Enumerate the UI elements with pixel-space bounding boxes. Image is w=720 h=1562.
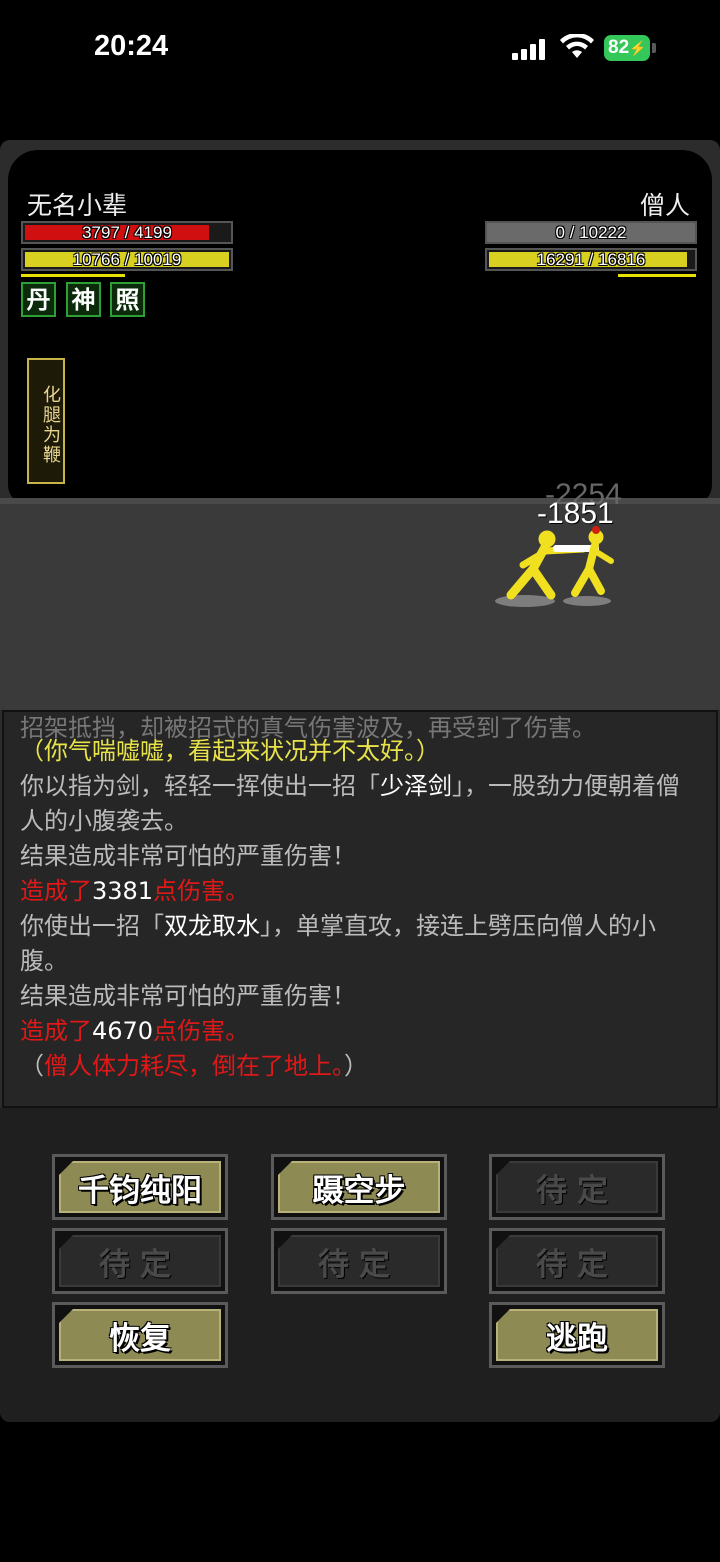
skill-button-label: 蹑空步 <box>312 1172 406 1209</box>
skill-button-niekongbu[interactable]: 蹑空步 <box>271 1154 447 1220</box>
battery-level: 82 <box>608 37 630 58</box>
enemy-mp-text: 16291 / 16816 <box>536 250 646 269</box>
buff-icon-dan[interactable]: 丹 <box>21 282 56 317</box>
log-text: 造成了 <box>20 877 92 905</box>
battle-screen: 无名小辈 3797 / 4199 10766 / 10019 丹 神 照 化腿为… <box>0 140 720 1422</box>
skill-slot-label: 待定 <box>536 1246 618 1283</box>
buff-icon-shen[interactable]: 神 <box>66 282 101 317</box>
player-hp-bar: 3797 / 4199 <box>21 221 233 244</box>
log-line: （僧人体力耗尽，倒在了地上。） <box>20 1049 700 1084</box>
skill-button-label: 千钧纯阳 <box>78 1172 202 1209</box>
enemy-fighter <box>571 526 614 597</box>
wifi-icon <box>560 34 594 58</box>
skill-slot-label: 待定 <box>318 1246 400 1283</box>
enemy-shadow <box>563 596 611 606</box>
battery-icon: 82⚡ <box>604 35 650 61</box>
log-text: 少泽剑 <box>380 772 452 800</box>
log-line: 造成了4670点伤害。 <box>20 1014 700 1049</box>
enemy-mp-bar: 16291 / 16816 <box>485 248 697 271</box>
escape-button-label: 逃跑 <box>546 1320 608 1357</box>
recover-button-label: 恢复 <box>109 1320 171 1357</box>
skill-slot-empty: 待定 <box>489 1228 665 1294</box>
clock: 20:24 <box>94 30 169 62</box>
log-text: ） <box>344 1052 368 1080</box>
log-line: 你使出一招「双龙取水」，单掌直攻，接连上劈压向僧人的小腹。 <box>20 909 700 979</box>
enemy-hp-bar: 0 / 10222 <box>485 221 697 244</box>
enemy-mp-underline <box>618 274 696 277</box>
skill-slot-empty: 待定 <box>489 1154 665 1220</box>
enemy-hp-text: 0 / 10222 <box>555 223 627 242</box>
log-line: 造成了3381点伤害。 <box>20 874 700 909</box>
player-mp-text: 10766 / 10019 <box>72 250 182 269</box>
log-text: 造成了 <box>20 1017 92 1045</box>
enemy-name: 僧人 <box>639 191 690 220</box>
escape-button[interactable]: 逃跑 <box>489 1302 665 1368</box>
active-skill-banner: 化腿为鞭 <box>27 358 65 484</box>
log-text: （ <box>20 1052 44 1080</box>
log-line: 结果造成非常可怕的严重伤害！ <box>20 979 700 1014</box>
player-mp-bar: 10766 / 10019 <box>21 248 233 271</box>
player-fighter <box>506 530 587 600</box>
skill-slot-label: 待定 <box>536 1172 618 1209</box>
skill-slot-empty: 待定 <box>52 1228 228 1294</box>
log-text: 结果造成非常可怕的严重伤害！ <box>20 982 356 1010</box>
action-panel: 千钧纯阳 蹑空步 待定 待定 待定 待定 恢复 逃跑 <box>0 1108 720 1422</box>
player-hp-text: 3797 / 4199 <box>82 223 172 242</box>
player-mp-underline <box>21 274 125 277</box>
player-shadow <box>495 595 555 607</box>
log-text: 4670 <box>92 1017 154 1045</box>
cellular-signal-icon <box>512 38 548 60</box>
player-name: 无名小辈 <box>27 191 128 220</box>
log-line: 你以指为剑，轻轻一挥使出一招「少泽剑」，一股劲力便朝着僧人的小腹袭去。 <box>20 769 700 839</box>
log-text: 结果造成非常可怕的严重伤害！ <box>20 842 356 870</box>
fighters-sprite <box>495 526 614 607</box>
log-text: 3381 <box>92 877 154 905</box>
log-text: 点伤害。 <box>153 1017 250 1045</box>
battery-tip <box>652 43 656 53</box>
active-skill-name: 化腿为鞭 <box>40 385 61 465</box>
log-lines: （你气喘嘘嘘，看起来状况并不太好。） 你以指为剑，轻轻一挥使出一招「少泽剑」，一股… <box>20 734 700 1084</box>
log-text: 僧人体力耗尽，倒在了地上。 <box>44 1052 344 1080</box>
log-text: 双龙取水 <box>164 912 260 940</box>
skill-slot-label: 待定 <box>99 1246 181 1283</box>
log-text: 点伤害。 <box>153 877 250 905</box>
status-bar: 20:24 82⚡ <box>0 0 720 100</box>
skill-button-qianjunchunyang[interactable]: 千钧纯阳 <box>52 1154 228 1220</box>
skill-slot-empty: 待定 <box>271 1228 447 1294</box>
battle-log[interactable]: 招架抵挡，却被招式的真气伤害波及，再受到了伤害。 （你气喘嘘嘘，看起来状况并不太… <box>2 710 718 1108</box>
log-line-cut: 招架抵挡，却被招式的真气伤害波及，再受到了伤害。 <box>20 714 596 742</box>
log-line: 结果造成非常可怕的严重伤害！ <box>20 839 700 874</box>
log-text: 你以指为剑，轻轻一挥使出一招「 <box>20 772 380 800</box>
buff-icon-zhao[interactable]: 照 <box>110 282 145 317</box>
log-text: 你使出一招「 <box>20 912 164 940</box>
recover-button[interactable]: 恢复 <box>52 1302 228 1368</box>
